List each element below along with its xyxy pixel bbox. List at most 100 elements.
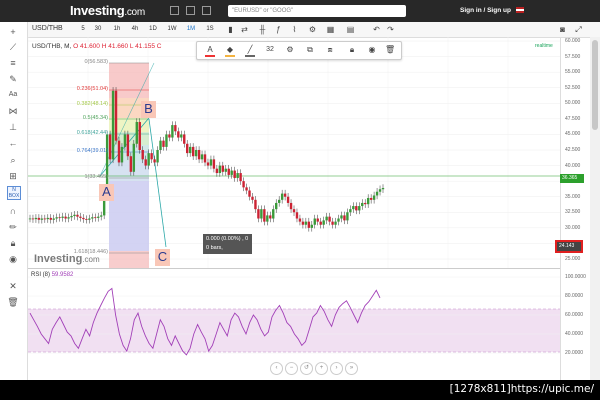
point-b-label: B [141,101,156,118]
fullscreen-icon[interactable]: ⤢ [574,25,583,34]
timeframe-1m[interactable]: 1M [185,24,197,35]
timeframe-1s[interactable]: 1S [204,24,216,35]
pane-symbol: USD/THB, M, [32,43,74,50]
monitor-icon[interactable] [170,6,179,15]
news-icon[interactable] [202,6,211,15]
flag-icon[interactable] [516,7,524,13]
fib-level-label: 0(56.583) [84,59,108,65]
magnet-icon[interactable]: ∩ [7,205,19,217]
candle-body [233,170,236,179]
candle-body [295,212,299,219]
candle-body [280,193,284,200]
compare-icon[interactable]: ⇄ [240,25,249,34]
search-input[interactable]: "EURUSD" or "GOOG" [228,5,406,17]
remove-tools-icon[interactable]: ✕ [7,280,19,292]
candle-body [289,202,293,210]
lock-icon[interactable]: 🔒︎ [7,237,19,249]
fib-tool-icon[interactable]: ⊥ [7,121,19,133]
scrollbar-thumb[interactable] [592,40,598,130]
clone-icon[interactable]: ⧉ [305,45,315,55]
trash-icon[interactable]: 🗑︎ [7,296,19,308]
magnet-mode-icon[interactable]: N BOX [7,186,21,200]
candle-body [108,134,112,160]
timeframe-1w[interactable]: 1W [166,24,178,35]
candle-body [52,218,55,220]
measure-info-line2: 0 bars, [206,245,223,251]
candle-body [366,197,370,205]
candle-body [91,217,94,219]
logo[interactable]: Investing.com [70,3,145,18]
candle-body [49,217,52,220]
timeframe-1d[interactable]: 1D [147,24,159,35]
candle-body [206,162,210,166]
fill-color-icon[interactable]: ◆ [225,45,235,57]
pattern-icon[interactable]: ⋈ [7,105,19,117]
zoom-out-icon[interactable]: − [285,362,298,375]
candle-body [120,146,124,163]
realtime-badge: realtime [535,43,553,49]
trendline-icon[interactable]: ⟋ [7,41,19,53]
candle-body [99,215,103,217]
candle-body [224,168,227,172]
candle-body [358,206,361,211]
undo-icon[interactable]: ↶ [372,25,381,34]
visual-order-icon[interactable]: ⧈ [325,45,335,55]
symbol-selector[interactable]: USD/THB [32,25,63,32]
text-tool-icon[interactable]: Aa [7,89,19,101]
settings-icon[interactable]: ⚙ [308,25,317,34]
candle-body [123,134,127,147]
draw-settings-icon[interactable]: ⚙ [285,45,295,55]
measure-info-box: 0.000 (0.00%) , 0 0 bars, [203,234,252,254]
back-arrow-icon[interactable]: ← [7,137,19,149]
candle-body [272,209,275,219]
eye-icon[interactable]: ◉ [7,253,19,265]
template-icon[interactable]: ▦ [326,25,335,34]
zoom-icon[interactable]: ⌕ [7,154,19,166]
rsi-axis-label: 60.0000 [565,312,584,318]
hide-icon[interactable]: ◉ [367,45,377,55]
candle-body [188,146,192,154]
candle-body [248,190,251,197]
layout-icon[interactable]: ▤ [346,25,355,34]
pencil-icon[interactable]: ✏ [7,221,19,233]
line-color-icon[interactable]: ╱ [245,45,255,57]
chart-style-icon[interactable]: ▮ [226,25,235,34]
scroll-left-icon[interactable]: ‹ [270,362,283,375]
price-axis-label: 35.000 [565,193,581,200]
measure-icon[interactable]: ⊞ [7,170,19,182]
price-axis-label: 50.000 [565,100,581,107]
scroll-right-icon[interactable]: › [330,362,343,375]
crosshair-icon[interactable]: + [7,26,19,38]
bar-style-icon[interactable]: ╫ [258,25,267,34]
zoom-in-icon[interactable]: + [315,362,328,375]
rsi-axis-label: 40.0000 [565,331,584,337]
rsi-band [28,309,560,352]
signin-link[interactable]: Sign in / Sign up [460,7,511,14]
candle-body [147,153,150,166]
page-scrollbar[interactable] [590,37,600,380]
candle-body [85,219,88,220]
delete-drawing-icon[interactable]: 🗑︎ [385,45,395,55]
candle-body [316,218,319,222]
redo-icon[interactable]: ↷ [386,25,395,34]
timeframe-1h[interactable]: 1h [111,24,123,35]
measure-info-line1: 0.000 (0.00%) , 0 [206,236,249,242]
timeframe-4h[interactable]: 4h [129,24,141,35]
candle-body [212,159,216,169]
reset-icon[interactable]: ↺ [300,362,313,375]
candle-body [141,150,144,160]
camera-icon[interactable]: ◙ [558,25,567,34]
draw-lock-icon[interactable]: 🔒︎ [347,45,357,55]
indicator-icon[interactable]: ƒ [274,25,283,34]
brush-icon[interactable]: ✎ [7,73,19,85]
candle-body [197,150,201,160]
scroll-end-icon[interactable]: » [345,362,358,375]
candle-body [218,165,222,174]
horizontal-lines-icon[interactable]: ≡ [7,57,19,69]
timeframe-5[interactable]: 5 [78,24,88,35]
timeframe-30[interactable]: 30 [92,24,104,35]
font-size-select[interactable]: 32 [263,45,277,55]
text-color-icon[interactable]: A [205,45,215,57]
line-style-icon[interactable]: ⌇ [290,25,299,34]
calendar-icon[interactable] [186,6,195,15]
